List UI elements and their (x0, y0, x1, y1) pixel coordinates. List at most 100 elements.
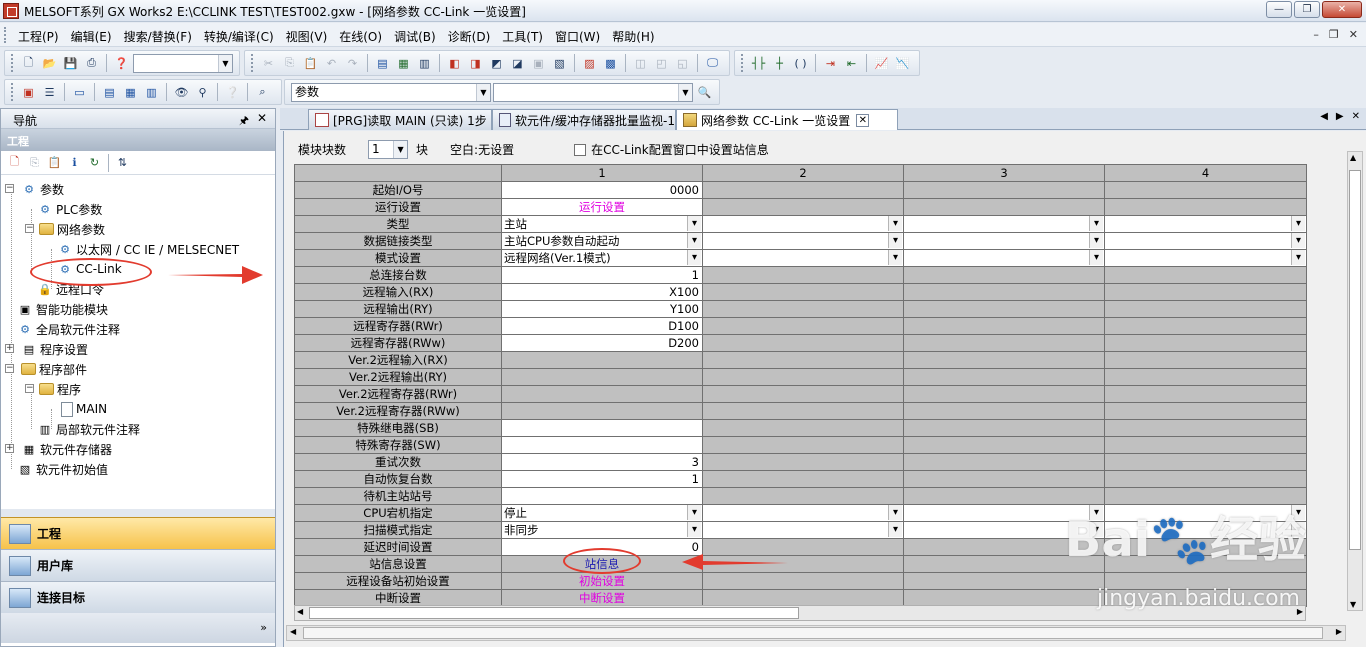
open-folder-icon[interactable]: 📂 (40, 54, 59, 73)
step-out-icon[interactable]: ◱ (673, 54, 692, 73)
menu-find-replace[interactable]: 搜索/替换(F) (118, 28, 198, 45)
close-button[interactable]: ✕ (1322, 1, 1362, 18)
menu-edit[interactable]: 编辑(E) (65, 28, 118, 45)
ladder-contact-icon[interactable]: ┤├ (749, 54, 768, 73)
menu-help[interactable]: 帮助(H) (606, 28, 660, 45)
close-icon[interactable]: ✕ (257, 111, 267, 125)
cpu-down-select-2[interactable] (702, 504, 904, 522)
mdi-minimize-button[interactable]: – (1313, 28, 1319, 41)
tree-item-pou[interactable]: − 程序部件 (5, 359, 87, 379)
tree-item-global-comment[interactable]: ⚙ 全局软元件注释 (17, 319, 120, 339)
save-icon[interactable]: 💾 (61, 54, 80, 73)
start-io-input[interactable]: 0000 (501, 181, 703, 199)
mode-setting-select[interactable]: 远程网络(Ver.1模式) (501, 249, 703, 267)
eye-icon[interactable]: 👁 (172, 83, 191, 102)
menu-online[interactable]: 在线(O) (333, 28, 388, 45)
binoculars-icon[interactable]: ⌕ (253, 83, 272, 102)
scroll-left-icon[interactable]: ◀ (297, 607, 303, 616)
device-batch-icon[interactable]: ▧ (550, 54, 569, 73)
panel-splitter[interactable] (1, 509, 275, 517)
tab-device-monitor[interactable]: 软元件/缓冲存储器批量监视-1 (492, 109, 676, 130)
expand-icon[interactable]: + (5, 444, 14, 453)
sort-icon[interactable]: ⇅ (113, 153, 132, 172)
retry-count-field[interactable]: 3 (501, 453, 703, 471)
ladder-write-icon[interactable]: ⇥ (821, 54, 840, 73)
mode-setting-select-2[interactable] (702, 249, 904, 267)
menu-debug[interactable]: 调试(B) (388, 28, 442, 45)
more-icon[interactable]: » (260, 621, 267, 634)
scroll-thumb[interactable] (1349, 170, 1361, 550)
redo-icon[interactable]: ↷ (343, 54, 362, 73)
mode-setting-select-3[interactable] (903, 249, 1105, 267)
buffer-icon[interactable]: ▣ (529, 54, 548, 73)
tree-item-parameter[interactable]: − ⚙ 参数 (5, 179, 64, 199)
undo-icon[interactable]: ↶ (322, 54, 341, 73)
toolbar-combo-1[interactable]: ▼ (133, 53, 233, 73)
ladder-read-icon[interactable]: ⇤ (842, 54, 861, 73)
chart-icon[interactable]: 📈 (872, 54, 891, 73)
element-list-icon[interactable]: ☰ (40, 83, 59, 102)
dev-run-icon[interactable]: ▨ (580, 54, 599, 73)
auto-return-field[interactable]: 1 (501, 470, 703, 488)
remote-input-rx-field[interactable]: X100 (501, 283, 703, 301)
menu-tool[interactable]: 工具(T) (496, 28, 549, 45)
close-tab-icon[interactable]: ✕ (856, 113, 870, 127)
screen-icon[interactable]: 🖵 (703, 54, 722, 73)
scroll-left-icon[interactable]: ◀ (290, 627, 296, 636)
menu-window[interactable]: 窗口(W) (549, 28, 606, 45)
minimize-button[interactable]: — (1266, 1, 1292, 18)
scroll-thumb[interactable] (303, 627, 1323, 639)
search-target-combo[interactable]: 参数 ▼ (291, 82, 491, 102)
tree-item-intelligent-module[interactable]: ▣ 智能功能模块 (17, 299, 108, 319)
help-icon[interactable]: ❓ (112, 54, 131, 73)
initial-setting-button[interactable]: 初始设置 (501, 572, 703, 590)
menu-convert[interactable]: 转换/编译(C) (198, 28, 280, 45)
mdi-close-button[interactable]: ✕ (1349, 28, 1358, 41)
menu-view[interactable]: 视图(V) (280, 28, 334, 45)
tree-item-network-parameter[interactable]: − 网络参数 (25, 219, 105, 239)
tab-prev-icon[interactable]: ◀ (1320, 111, 1328, 122)
mdi-restore-button[interactable]: ❐ (1329, 28, 1339, 41)
tab-close-icon[interactable]: ✕ (1352, 111, 1360, 122)
tree-item-main[interactable]: MAIN (61, 399, 107, 419)
tree-item-remote-password[interactable]: 🔒 远程口令 (37, 279, 104, 299)
window-icon[interactable]: ▭ (70, 83, 89, 102)
expand-icon[interactable]: + (5, 344, 14, 353)
nav-tab-project[interactable]: 工程 (1, 517, 275, 549)
tree-item-local-comment[interactable]: ▥ 局部软元件注释 (37, 419, 140, 439)
search-text-combo[interactable]: ▼ (493, 82, 693, 102)
monitor-stop-icon[interactable]: ◨ (466, 54, 485, 73)
tree-item-program[interactable]: − 程序 (25, 379, 81, 399)
paste-data-icon[interactable]: 📋 (45, 153, 64, 172)
type-select[interactable]: 主站 (501, 215, 703, 233)
monitor-icon[interactable]: ◩ (487, 54, 506, 73)
type-select-2[interactable] (702, 215, 904, 233)
scroll-down-icon[interactable]: ▼ (1350, 600, 1356, 609)
data-link-type-select-3[interactable] (903, 232, 1105, 250)
tab-program-main[interactable]: [PRG]读取 MAIN (只读) 1步 (308, 109, 492, 130)
tree-item-device-initial[interactable]: ▧ 软元件初始值 (17, 459, 108, 479)
special-register-sw-field[interactable] (501, 436, 703, 454)
special-relay-sb-field[interactable] (501, 419, 703, 437)
read-plc-icon[interactable]: ▥ (415, 54, 434, 73)
step-icon[interactable]: ◫ (631, 54, 650, 73)
navigation-icon[interactable]: ▣ (19, 83, 38, 102)
remote-output-ry-field[interactable]: Y100 (501, 300, 703, 318)
monitor-start-icon[interactable]: ◧ (445, 54, 464, 73)
ladder-branch-icon[interactable]: ┼ (770, 54, 789, 73)
collapse-icon[interactable]: − (5, 184, 14, 193)
menu-project[interactable]: 工程(P) (12, 28, 65, 45)
mode-setting-select-4[interactable] (1104, 249, 1307, 267)
data-link-type-select-4[interactable] (1104, 232, 1307, 250)
interrupt-setting-button[interactable]: 中断设置 (501, 589, 703, 607)
type-select-4[interactable] (1104, 215, 1307, 233)
property-icon[interactable]: ℹ (65, 153, 84, 172)
watch-icon[interactable]: ◪ (508, 54, 527, 73)
step-over-icon[interactable]: ◰ (652, 54, 671, 73)
nav-tab-user-library[interactable]: 用户库 (1, 549, 275, 581)
type-select-3[interactable] (903, 215, 1105, 233)
pin-icon[interactable]: 🖈 (239, 112, 249, 131)
standby-master-field[interactable] (501, 487, 703, 505)
scan-mode-select-2[interactable] (702, 521, 904, 539)
view-vertical-scrollbar[interactable]: ▲ ▼ (1347, 151, 1363, 611)
